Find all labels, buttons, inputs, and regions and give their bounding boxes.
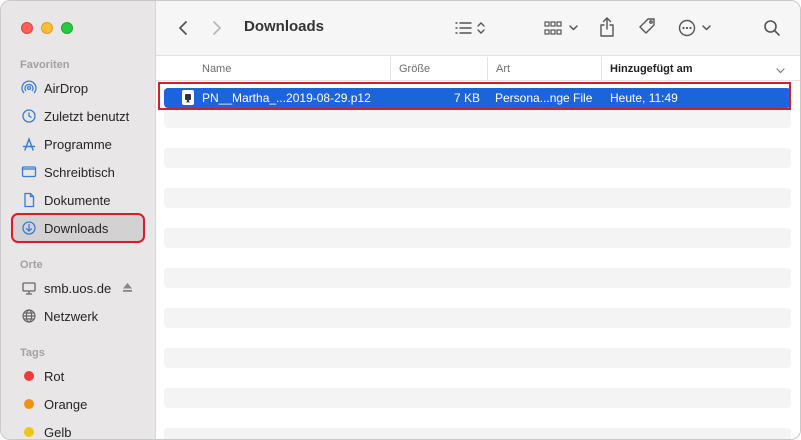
list-view-icon [453, 19, 489, 40]
sidebar-item-label: Netzwerk [44, 308, 99, 324]
network-icon [21, 308, 37, 324]
search-icon [763, 19, 781, 40]
sidebar-item-label: Dokumente [44, 192, 111, 208]
tag-color-icon [21, 396, 37, 412]
empty-row [164, 228, 791, 248]
sidebar: Favoriten AirDrop Zuletzt benutzt Progra… [1, 1, 156, 440]
empty-row [164, 188, 791, 208]
selection-highlight-annotation [158, 82, 791, 110]
sidebar-item-label: AirDrop [44, 80, 89, 96]
back-button[interactable] [174, 19, 192, 39]
download-icon [21, 220, 37, 236]
minimize-button[interactable] [41, 22, 53, 34]
empty-row [164, 308, 791, 328]
toolbar: Downloads [156, 1, 800, 56]
empty-row [164, 428, 791, 439]
document-icon [21, 192, 37, 208]
locations-section-title: Orte [20, 259, 43, 271]
sidebar-item-label: Rot [44, 368, 65, 384]
eject-icon[interactable] [122, 281, 133, 296]
more-actions-button[interactable] [676, 17, 716, 41]
column-header-name[interactable]: Name [202, 57, 231, 81]
sidebar-item-label: Orange [44, 396, 88, 412]
sidebar-item-label: Zuletzt benutzt [44, 108, 130, 124]
sidebar-item-airdrop[interactable]: AirDrop [13, 75, 143, 101]
empty-row [164, 148, 791, 168]
server-icon [21, 280, 37, 296]
empty-row [164, 108, 791, 128]
sidebar-item-smb-server[interactable]: smb.uos.de [13, 275, 143, 301]
chevron-right-icon [212, 20, 222, 39]
chevron-down-icon [776, 65, 785, 77]
grid-group-icon [543, 19, 581, 40]
sidebar-item-label: Gelb [44, 424, 72, 440]
zoom-button[interactable] [61, 22, 73, 34]
tags-section-title: Tags [20, 347, 45, 359]
chevron-left-icon [178, 20, 188, 39]
search-button[interactable] [760, 17, 784, 41]
desktop-icon [21, 164, 37, 180]
sidebar-item-applications[interactable]: Programme [13, 131, 143, 157]
empty-row [164, 348, 791, 368]
sidebar-item-label: smb.uos.de [44, 280, 112, 296]
airdrop-icon [21, 80, 37, 96]
sidebar-item-label: Schreibtisch [44, 164, 115, 180]
sidebar-item-tag-orange[interactable]: Orange [13, 391, 143, 417]
clock-icon [21, 108, 37, 124]
view-options-button[interactable] [452, 18, 490, 40]
column-header-bar: Name Größe Art Hinzugefügt am [156, 57, 800, 81]
favorites-section-title: Favoriten [20, 59, 70, 71]
tags-button[interactable] [635, 16, 659, 40]
finder-window: Favoriten AirDrop Zuletzt benutzt Progra… [0, 0, 801, 440]
sidebar-item-label: Downloads [44, 220, 109, 236]
sidebar-item-label: Programme [44, 136, 112, 152]
column-header-date-added[interactable]: Hinzugefügt am [601, 57, 791, 81]
empty-row [164, 388, 791, 408]
tag-color-icon [21, 368, 37, 384]
close-button[interactable] [21, 22, 33, 34]
window-title: Downloads [244, 18, 325, 35]
sidebar-item-documents[interactable]: Dokumente [13, 187, 143, 213]
tag-icon [637, 17, 657, 40]
forward-button[interactable] [208, 19, 226, 39]
column-header-size[interactable]: Größe [390, 57, 430, 81]
share-button[interactable] [596, 15, 618, 41]
column-header-kind[interactable]: Art [487, 57, 510, 81]
apps-icon [21, 136, 37, 152]
share-icon [598, 16, 616, 41]
sidebar-item-tag-yellow[interactable]: Gelb [13, 419, 143, 440]
tag-color-icon [21, 424, 37, 439]
sidebar-item-network[interactable]: Netzwerk [13, 303, 143, 329]
window-controls [21, 22, 73, 34]
column-header-label: Hinzugefügt am [610, 63, 693, 75]
sidebar-item-downloads[interactable]: Downloads [11, 213, 145, 243]
sidebar-item-recents[interactable]: Zuletzt benutzt [13, 103, 143, 129]
ellipsis-circle-icon [677, 18, 715, 41]
group-by-button[interactable] [542, 18, 582, 40]
sidebar-item-desktop[interactable]: Schreibtisch [13, 159, 143, 185]
sidebar-item-tag-red[interactable]: Rot [13, 363, 143, 389]
empty-row [164, 268, 791, 288]
